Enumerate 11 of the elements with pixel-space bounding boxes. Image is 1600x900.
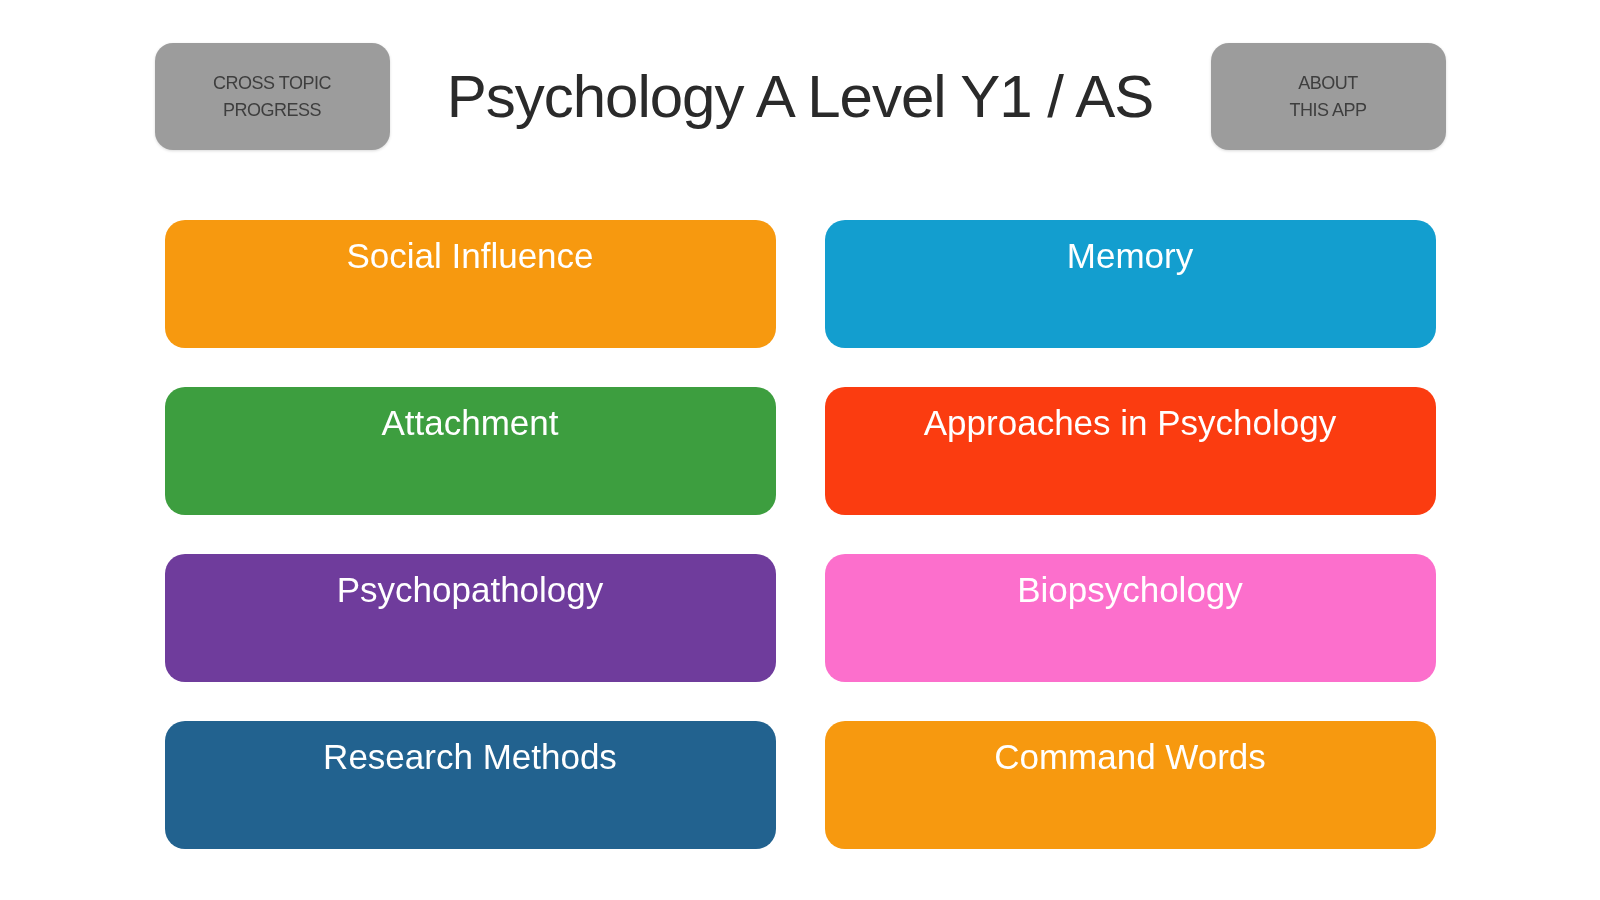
about-button[interactable]: ABOUT THIS APP [1210, 43, 1446, 150]
topic-tile[interactable]: Psychopathology [164, 554, 776, 682]
topic-tile[interactable]: Research Methods [164, 721, 776, 849]
topic-tile[interactable]: Attachment [164, 387, 776, 515]
topic-tile[interactable]: Command Words [824, 721, 1436, 849]
topic-tile[interactable]: Social Influence [164, 220, 776, 348]
cross-topic-progress-button[interactable]: CROSS TOPIC PROGRESS [154, 43, 390, 150]
topic-tile[interactable]: Biopsychology [824, 554, 1436, 682]
topic-tile[interactable]: Approaches in Psychology [824, 387, 1436, 515]
topic-tile[interactable]: Memory [824, 220, 1436, 348]
app-title: Psychology A Level Y1 / AS [446, 62, 1154, 131]
